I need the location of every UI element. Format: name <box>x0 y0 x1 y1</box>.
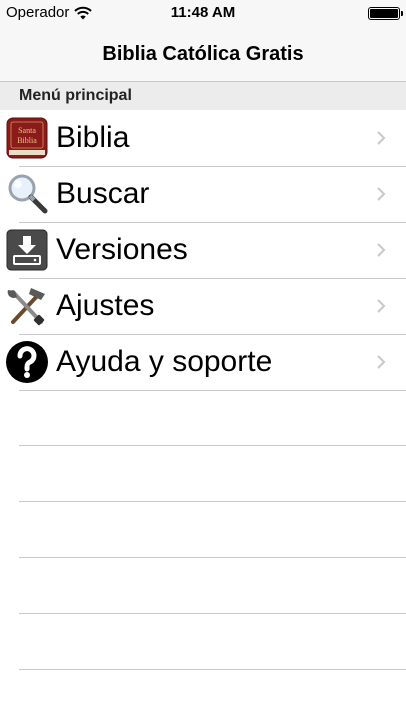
empty-row <box>0 390 406 446</box>
navigation-bar: Biblia Católica Gratis <box>0 28 406 82</box>
menu-item-label: Biblia <box>56 121 130 154</box>
menu-item-biblia[interactable]: Santa Biblia Biblia <box>0 110 406 167</box>
menu-item-ajustes[interactable]: Ajustes <box>0 278 406 335</box>
menu-item-versiones[interactable]: Versiones <box>0 222 406 279</box>
chevron-right-icon <box>377 243 386 257</box>
menu-item-label: Buscar <box>56 177 150 210</box>
magnifier-icon <box>8 174 48 214</box>
chevron-right-icon <box>377 355 386 369</box>
download-icon <box>6 229 48 271</box>
main-menu-list: Santa Biblia Biblia Buscar Versiones Aju… <box>0 110 406 391</box>
bible-book-icon: Santa Biblia <box>6 117 48 159</box>
menu-item-label: Versiones <box>56 233 188 266</box>
section-header: Menú principal <box>0 82 406 110</box>
help-icon <box>6 341 48 383</box>
status-time: 11:48 AM <box>170 4 236 21</box>
bible-cover-line1: Santa <box>18 126 36 135</box>
empty-row <box>0 558 406 614</box>
menu-item-label: Ayuda y soporte <box>56 345 273 378</box>
empty-row <box>0 614 406 670</box>
empty-row <box>0 502 406 558</box>
empty-row <box>0 446 406 502</box>
status-bar: Operador 11:48 AM <box>0 0 406 28</box>
chevron-right-icon <box>377 187 386 201</box>
chevron-right-icon <box>377 131 386 145</box>
bible-cover-line2: Biblia <box>17 136 37 145</box>
tools-icon <box>7 288 45 326</box>
battery-level <box>370 9 398 18</box>
menu-item-buscar[interactable]: Buscar <box>0 166 406 223</box>
empty-table-area <box>0 390 406 670</box>
page-title: Biblia Católica Gratis <box>102 43 304 65</box>
battery-icon <box>368 7 403 20</box>
section-header-label: Menú principal <box>19 87 132 104</box>
menu-item-ayuda[interactable]: Ayuda y soporte <box>0 334 406 391</box>
menu-item-label: Ajustes <box>56 289 155 322</box>
chevron-right-icon <box>377 299 386 313</box>
